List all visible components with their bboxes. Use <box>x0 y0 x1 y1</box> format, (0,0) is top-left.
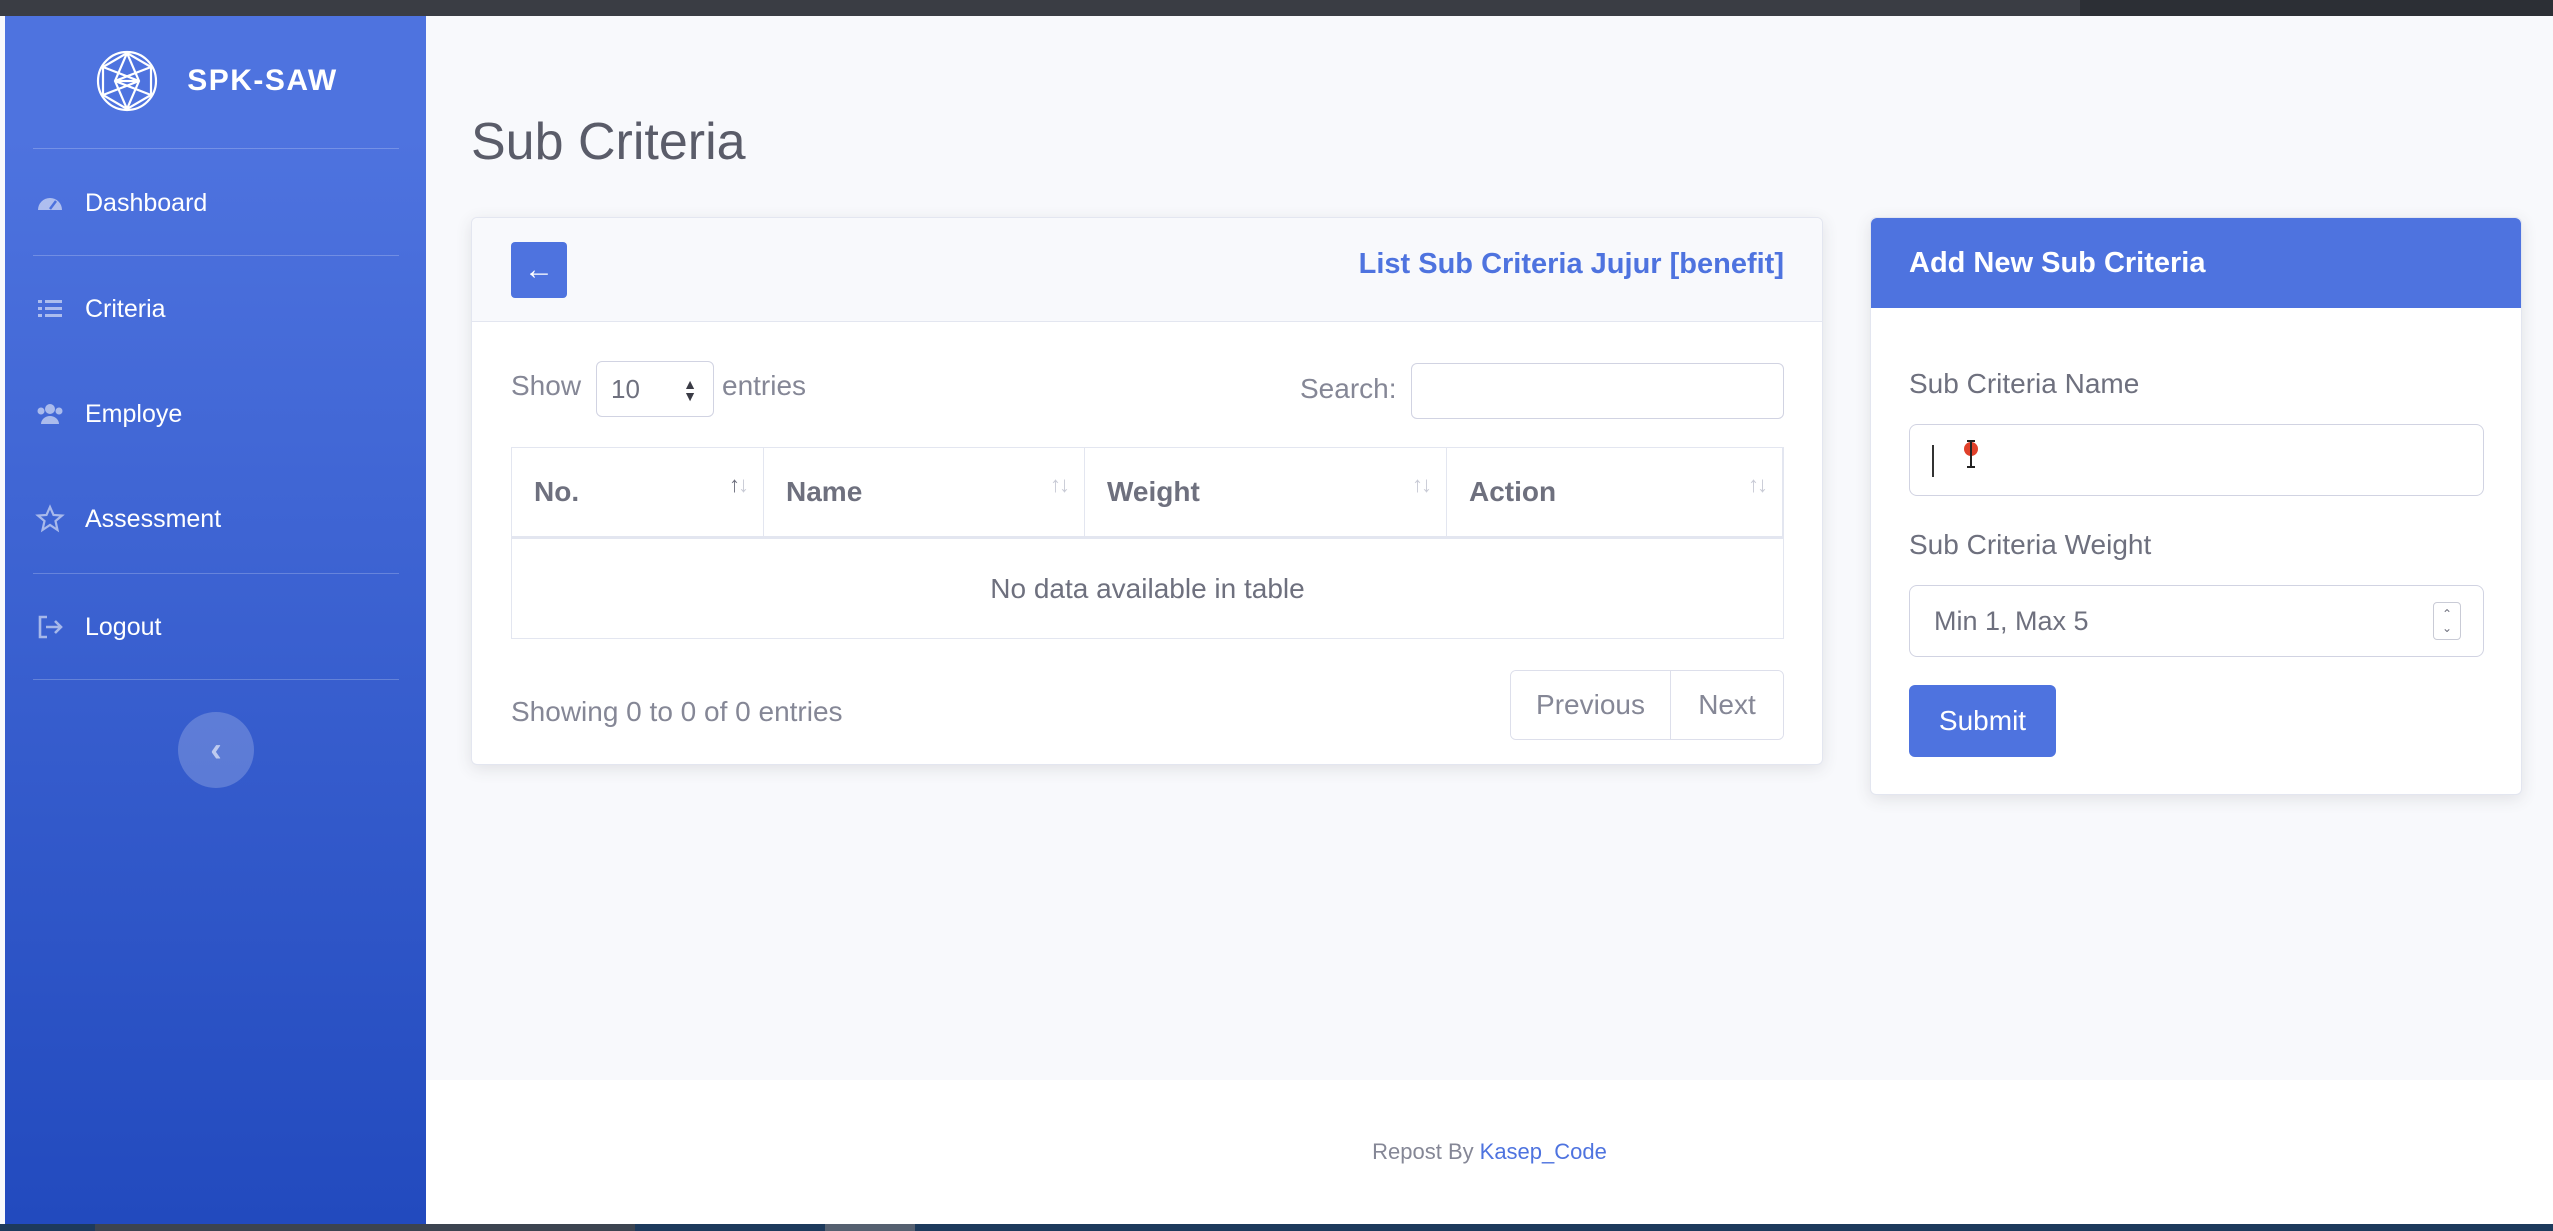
text-caret <box>1932 445 1934 477</box>
users-icon <box>37 404 63 424</box>
entries-select-value: 10 <box>611 373 640 404</box>
sidebar-item-label: Logout <box>85 612 162 641</box>
tachometer-icon <box>38 198 62 210</box>
sidebar-item-criteria[interactable]: Criteria <box>5 269 426 349</box>
sub-criteria-list-card: ← List Sub Criteria Jujur [benefit] Show… <box>471 217 1823 765</box>
footer-text: Repost By <box>1372 1139 1474 1164</box>
card-title: List Sub Criteria Jujur [benefit] <box>1358 248 1784 280</box>
column-header-label: Name <box>786 476 863 507</box>
sidebar-divider <box>33 255 399 256</box>
sort-updown-icon: ▲ ▼ <box>683 376 697 404</box>
logo-icon <box>97 50 158 112</box>
entries-label: entries <box>722 370 807 401</box>
previous-page-button[interactable]: Previous <box>1511 671 1671 739</box>
sidebar-item-label: Dashboard <box>85 188 208 217</box>
brand-name: SPK-SAW <box>187 64 338 97</box>
empty-table-message: No data available in table <box>990 572 1305 604</box>
sidebar-divider <box>33 679 399 680</box>
sub-criteria-name-label: Sub Criteria Name <box>1909 368 2140 399</box>
mouse-cursor-icon <box>1964 440 1978 468</box>
weight-placeholder: Min 1, Max 5 <box>1934 605 2089 636</box>
back-button[interactable]: ← <box>511 242 567 298</box>
sort-icon: ↑↓ <box>1412 472 1432 497</box>
submit-button[interactable]: Submit <box>1909 685 2056 757</box>
sidebar-item-dashboard[interactable]: Dashboard <box>5 163 426 243</box>
column-header-label: Weight <box>1107 476 1200 507</box>
number-spinner-icon[interactable]: ⌃ ⌄ <box>2433 602 2461 640</box>
sidebar-divider <box>33 573 399 574</box>
app-window: SPK-SAW Dashboard Criteria Employe Asses… <box>0 16 2553 1224</box>
sidebar-item-assessment[interactable]: Assessment <box>5 479 426 559</box>
page-title: Sub Criteria <box>471 113 746 171</box>
list-icon <box>38 300 62 317</box>
sub-criteria-name-input[interactable] <box>1909 424 2484 496</box>
arrow-left-icon: ← <box>524 253 554 286</box>
sort-icon: ↑↓ <box>1050 472 1070 497</box>
footer-author-link[interactable]: Kasep_Code <box>1480 1139 1607 1165</box>
os-taskbar <box>0 1224 2553 1231</box>
search-input[interactable] <box>1411 363 1784 419</box>
sign-out-icon <box>38 615 63 639</box>
sort-icon: ↑↓ <box>1748 472 1768 497</box>
star-icon <box>35 504 65 533</box>
sidebar-item-label: Assessment <box>85 504 222 533</box>
table-info: Showing 0 to 0 of 0 entries <box>511 696 843 727</box>
sub-criteria-table: No. ↑↓ Name ↑↓ Weight ↑↓ Action ↑↓ No da… <box>511 447 1784 639</box>
column-header-label: Action <box>1469 476 1557 507</box>
search-label: Search: <box>1300 373 1397 404</box>
sidebar-divider <box>33 148 399 149</box>
add-sub-criteria-card: Add New Sub Criteria Sub Criteria Name S… <box>1870 217 2522 795</box>
footer: Repost By Kasep_Code <box>426 1080 2553 1224</box>
column-header-action[interactable]: Action ↑↓ <box>1447 448 1783 539</box>
column-header-weight[interactable]: Weight ↑↓ <box>1085 448 1447 539</box>
os-top-bar <box>0 0 2553 16</box>
sub-criteria-weight-label: Sub Criteria Weight <box>1909 529 2152 560</box>
sidebar: SPK-SAW Dashboard Criteria Employe Asses… <box>5 16 426 1224</box>
card-header: Add New Sub Criteria <box>1871 218 2521 308</box>
sidebar-brand[interactable]: SPK-SAW <box>5 16 426 146</box>
card-header: ← List Sub Criteria Jujur [benefit] <box>472 218 1822 322</box>
sidebar-item-label: Criteria <box>85 294 166 323</box>
sub-criteria-weight-input[interactable]: Min 1, Max 5 ⌃ ⌄ <box>1909 585 2484 657</box>
next-page-button[interactable]: Next <box>1671 671 1783 739</box>
show-label: Show <box>511 370 582 401</box>
entries-per-page-select[interactable]: 10 ▲ ▼ <box>596 361 714 417</box>
chevron-left-icon: ‹ <box>210 730 222 769</box>
column-header-label: No. <box>534 476 580 507</box>
column-header-no[interactable]: No. ↑↓ <box>512 448 764 539</box>
sidebar-toggle-button[interactable]: ‹ <box>178 712 254 788</box>
sidebar-item-logout[interactable]: Logout <box>5 587 426 667</box>
pagination: Previous Next <box>1510 670 1784 740</box>
sidebar-item-employe[interactable]: Employe <box>5 374 426 454</box>
sidebar-item-label: Employe <box>85 399 183 428</box>
sort-icon: ↑↓ <box>729 472 749 497</box>
column-header-name[interactable]: Name ↑↓ <box>764 448 1085 539</box>
